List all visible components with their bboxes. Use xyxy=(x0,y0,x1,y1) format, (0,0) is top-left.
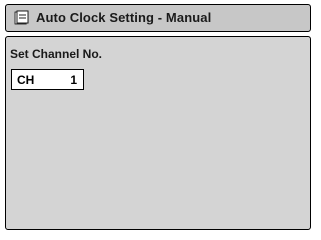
osd-screen: Auto Clock Setting - Manual Set Channel … xyxy=(0,0,321,240)
page-title: Auto Clock Setting - Manual xyxy=(36,10,212,25)
channel-value: 1 xyxy=(70,73,77,87)
clock-setting-icon xyxy=(14,10,29,25)
set-channel-label: Set Channel No. xyxy=(10,47,103,61)
channel-field[interactable]: CH 1 xyxy=(11,69,84,90)
channel-label: CH xyxy=(17,73,35,87)
main-panel: Set Channel No. CH 1 xyxy=(5,36,311,230)
title-bar: Auto Clock Setting - Manual xyxy=(5,4,311,32)
